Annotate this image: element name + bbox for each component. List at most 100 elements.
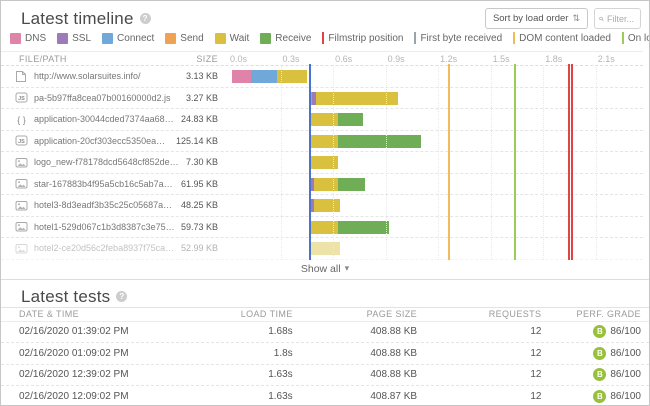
file-size: 3.27 KB <box>186 93 228 103</box>
help-icon[interactable]: ? <box>116 291 127 302</box>
timeline-row-info: hotel1-529d067c1b3d8387c3e75126e8f9a73e3… <box>1 220 228 233</box>
timeline-row[interactable]: star-167883b4f95a5cb16c5ab7aa322ab69af0f… <box>1 174 643 196</box>
file-path: http://www.solarsuites.info/ <box>34 71 180 81</box>
timeline-row[interactable]: hotel2-ce20d56c2feba8937f75ca5858b3410c7… <box>1 238 643 260</box>
grade-score: 86/100 <box>610 326 641 337</box>
legend-label: DNS <box>25 33 46 44</box>
show-all-button[interactable]: Show all ▾ <box>1 262 649 276</box>
wait-icon <box>215 33 226 44</box>
waterfall-bar-track <box>228 174 643 195</box>
file-path: hotel1-529d067c1b3d8387c3e75126e8f9a73e3… <box>34 222 175 232</box>
column-requests: REQUESTS <box>417 309 541 319</box>
document-icon <box>15 70 28 83</box>
timeline-row-info: hotel2-ce20d56c2feba8937f75ca5858b3410c7… <box>1 242 228 255</box>
test-row[interactable]: 02/16/2020 12:09:02 PM1.63s408.87 KB12B8… <box>1 386 649 406</box>
timeline-section: Latest timeline ? Sort by load order ⇅ D… <box>1 1 649 276</box>
timeline-row[interactable]: JSpa-5b97ffa8cea07b00160000d2.js3.27 KB <box>1 88 643 110</box>
help-icon[interactable]: ? <box>140 13 151 24</box>
waterfall-header: FILE/PATH SIZE 0.0s0.3s0.6s0.9s1.2s1.5s1… <box>1 51 643 66</box>
js-file-icon: JS <box>15 91 28 104</box>
file-path: application-20cf303ecc5350eae60aa168d23a… <box>34 136 170 146</box>
timeline-row[interactable]: http://www.solarsuites.info/3.13 KB <box>1 66 643 88</box>
test-perf-grade: B86/100 <box>541 390 641 403</box>
timeline-axis: 0.0s0.3s0.6s0.9s1.2s1.5s1.8s2.1s <box>228 52 643 65</box>
bar-segment-wait <box>310 113 338 126</box>
filter-input[interactable] <box>607 14 637 24</box>
legend-item-dom-content-loaded: DOM content loaded <box>513 32 611 44</box>
filter-box[interactable] <box>594 8 641 29</box>
tests-table-header: DATE & TIME LOAD TIME PAGE SIZE REQUESTS… <box>1 307 649 322</box>
file-size: 61.95 KB <box>181 179 228 189</box>
axis-tick-label: 0.9s <box>388 54 405 64</box>
bar-segment-receive <box>338 135 420 148</box>
svg-text:JS: JS <box>18 139 25 145</box>
test-row[interactable]: 02/16/2020 01:09:02 PM1.8s408.88 KB12B86… <box>1 343 649 365</box>
test-row[interactable]: 02/16/2020 01:39:02 PM1.68s408.88 KB12B8… <box>1 322 649 344</box>
legend-label: Filmstrip position <box>328 33 403 44</box>
bar-segment-connect <box>251 70 277 83</box>
waterfall-bar-track <box>228 109 643 130</box>
waterfall-bar-track <box>228 217 643 238</box>
timeline-row[interactable]: logo_new-f78178dcd5648cf852de92bd9ab7c68… <box>1 152 643 174</box>
chevron-down-icon: ▾ <box>345 263 350 274</box>
timeline-row[interactable]: hotel3-8d3eadf3b35c25c05687a7094d1ccd0c8… <box>1 195 643 217</box>
test-row[interactable]: 02/16/2020 12:39:02 PM1.63s408.88 KB12B8… <box>1 365 649 387</box>
test-load-time: 1.63s <box>206 391 293 402</box>
bar-segment-wait <box>314 199 340 212</box>
bar-segment-receive <box>338 178 364 191</box>
test-datetime: 02/16/2020 01:09:02 PM <box>19 348 206 359</box>
grade-score: 86/100 <box>610 348 641 359</box>
legend-label: SSL <box>72 33 91 44</box>
timeline-row[interactable]: JS application-20cf303ecc5350eae60aa168d2… <box>1 131 643 153</box>
legend-item-filmstrip-position: Filmstrip position <box>322 32 403 44</box>
axis-tick-label: 1.2s <box>440 54 457 64</box>
grade-badge: B <box>593 390 606 403</box>
legend-label: DOM content loaded <box>519 33 611 44</box>
waterfall-bar-track <box>228 238 643 259</box>
sort-arrows-icon: ⇅ <box>572 13 580 24</box>
tests-section: Latest tests ? DATE & TIME LOAD TIME PAG… <box>1 280 649 406</box>
sort-order-label: Sort by load order <box>493 13 569 24</box>
dns-icon <box>10 33 21 44</box>
legend-item-receive: Receive <box>260 33 311 44</box>
grade-badge: B <box>593 325 606 338</box>
test-page-size: 408.88 KB <box>293 369 417 380</box>
on-load-icon <box>622 32 624 44</box>
waterfall-header-left: FILE/PATH SIZE <box>1 54 228 64</box>
test-datetime: 02/16/2020 01:39:02 PM <box>19 326 206 337</box>
timeline-row-info: hotel3-8d3eadf3b35c25c05687a7094d1ccd0c8… <box>1 199 228 212</box>
waterfall: FILE/PATH SIZE 0.0s0.3s0.6s0.9s1.2s1.5s1… <box>1 51 649 260</box>
json-braces-icon: { } <box>15 113 28 126</box>
bar-segment-wait <box>314 178 339 191</box>
file-size: 3.13 KB <box>186 71 228 81</box>
sort-order-button[interactable]: Sort by load order ⇅ <box>485 8 588 29</box>
js-file-icon: JS <box>15 134 28 147</box>
file-path: application-30044cded7374aa68af9334504e6… <box>34 114 175 124</box>
legend-item-on-load: On load <box>622 32 650 44</box>
file-size: 24.83 KB <box>181 114 228 124</box>
axis-tick-label: 2.1s <box>598 54 615 64</box>
column-file-path: FILE/PATH <box>19 54 67 64</box>
file-path: hotel3-8d3eadf3b35c25c05687a7094d1ccd0c8… <box>34 200 175 210</box>
timeline-row[interactable]: { } application-30044cded7374aa68af933450… <box>1 109 643 131</box>
show-all-label: Show all <box>301 263 341 275</box>
legend-item-wait: Wait <box>215 33 250 44</box>
timeline-row-info: logo_new-f78178dcd5648cf852de92bd9ab7c68… <box>1 156 228 169</box>
timeline-row-info: JSpa-5b97ffa8cea07b00160000d2.js3.27 KB <box>1 91 228 104</box>
test-requests: 12 <box>417 348 541 359</box>
test-requests: 12 <box>417 326 541 337</box>
column-page-size: PAGE SIZE <box>293 309 417 319</box>
legend-item-connect: Connect <box>102 33 154 44</box>
timeline-row[interactable]: hotel1-529d067c1b3d8387c3e75126e8f9a73e3… <box>1 217 643 239</box>
timeline-row-info: http://www.solarsuites.info/3.13 KB <box>1 70 228 83</box>
test-page-size: 408.88 KB <box>293 348 417 359</box>
svg-text:{ }: { } <box>17 115 26 125</box>
test-page-size: 408.87 KB <box>293 391 417 402</box>
image-file-icon <box>15 156 28 169</box>
image-file-icon <box>15 199 28 212</box>
send-icon <box>165 33 176 44</box>
waterfall-bar-track <box>228 88 643 109</box>
bar-segment-wait <box>310 242 340 255</box>
test-load-time: 1.63s <box>206 369 293 380</box>
image-file-icon <box>15 242 28 255</box>
